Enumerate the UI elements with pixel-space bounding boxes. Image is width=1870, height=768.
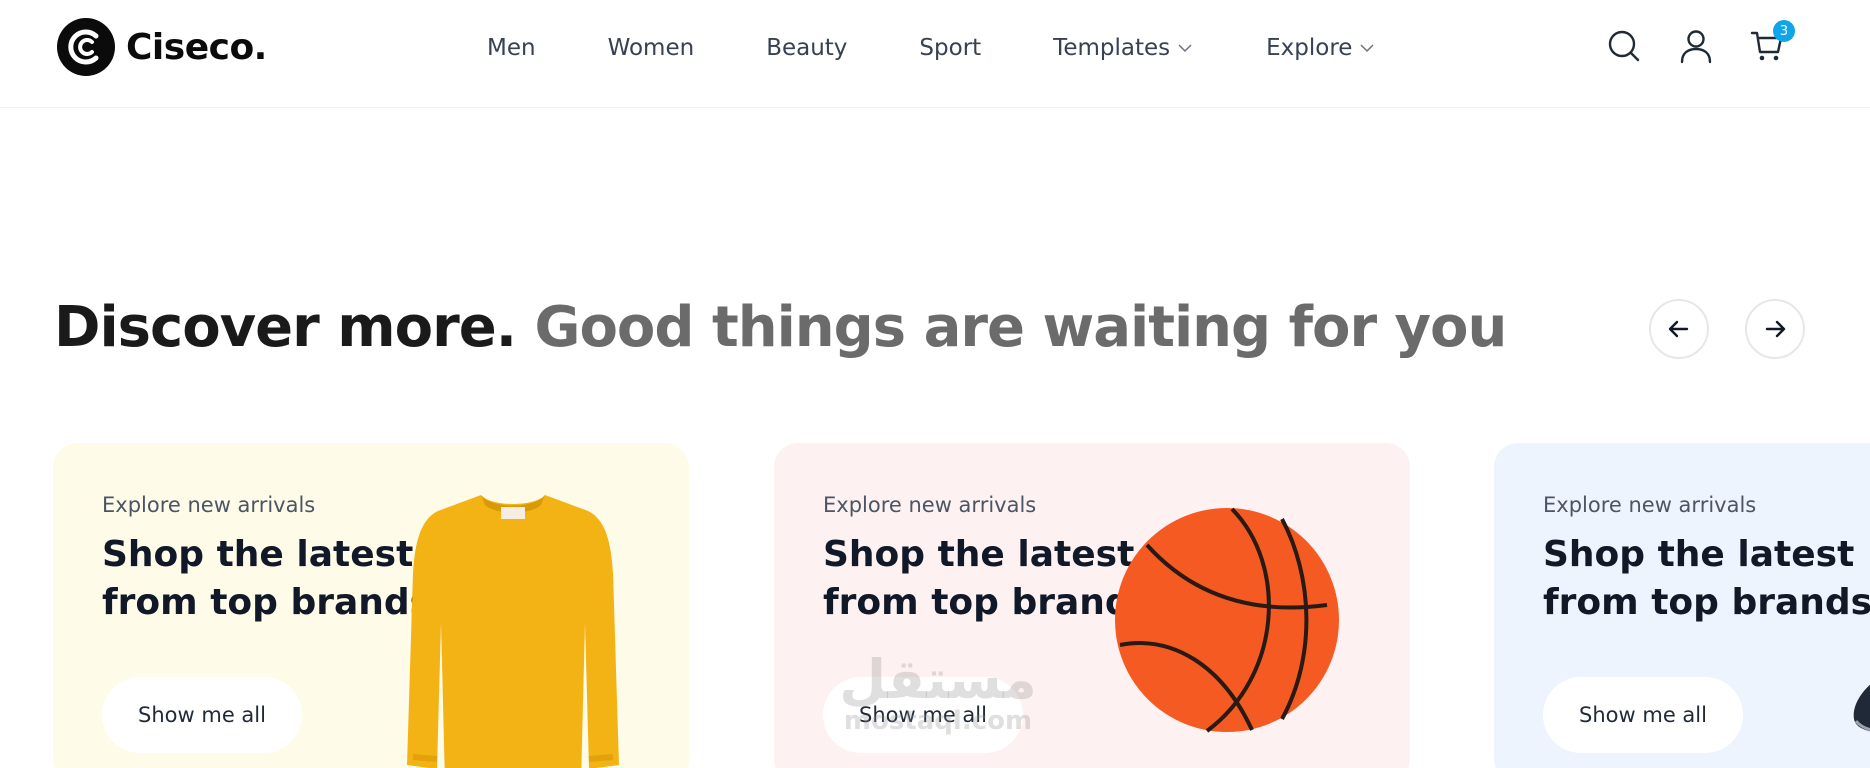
- watermark-latin: mostaql.com: [843, 706, 1033, 736]
- brand-logo[interactable]: Ciseco.: [56, 17, 267, 77]
- section-title-strong: Discover more.: [54, 295, 517, 360]
- arrow-right-icon: [1765, 320, 1786, 338]
- nav-item-women[interactable]: Women: [608, 35, 695, 61]
- show-all-button[interactable]: Show me all: [102, 677, 302, 753]
- card-title: Shop the latest from top brands: [1543, 531, 1870, 627]
- search-button[interactable]: [1606, 28, 1642, 64]
- nav-item-templates[interactable]: Templates: [1053, 35, 1194, 61]
- section-title-muted: Good things are waiting for you: [534, 295, 1507, 360]
- chevron-down-icon: [1178, 44, 1192, 53]
- chevron-down-icon: [1360, 44, 1374, 53]
- card-eyebrow: Explore new arrivals: [823, 493, 1037, 517]
- card-title: Shop the latest from top brands: [823, 531, 1152, 627]
- ciseco-logo-icon: [57, 18, 115, 76]
- section-title: Discover more. Good things are waiting f…: [54, 295, 1507, 360]
- card-title-line: Shop the latest: [102, 534, 414, 575]
- promo-card[interactable]: Explore new arrivals Shop the latest fro…: [1494, 443, 1870, 768]
- main-nav: Men Women Beauty Sport Templates Explore: [487, 28, 1376, 68]
- arrow-left-icon: [1668, 320, 1689, 338]
- promo-card[interactable]: Explore new arrivals Shop the latest fro…: [53, 443, 689, 768]
- nav-label: Explore: [1266, 35, 1353, 61]
- card-title-line: from top brands: [102, 582, 432, 623]
- carousel-next-button[interactable]: [1745, 299, 1805, 359]
- search-icon: [1608, 30, 1640, 62]
- site-header: Ciseco. Men Women Beauty Sport Templates…: [0, 0, 1870, 108]
- card-eyebrow: Explore new arrivals: [102, 493, 316, 517]
- cart-count-badge: 3: [1773, 20, 1795, 42]
- nav-label: Women: [607, 35, 695, 61]
- card-title-line: from top brands: [1543, 582, 1870, 623]
- account-button[interactable]: [1678, 28, 1714, 64]
- nav-item-men[interactable]: Men: [487, 35, 536, 61]
- card-title-line: from top brands: [823, 582, 1153, 623]
- nav-item-beauty[interactable]: Beauty: [766, 35, 847, 61]
- nav-item-sport[interactable]: Sport: [919, 35, 981, 61]
- nav-label: Sport: [919, 35, 982, 61]
- nav-label: Men: [487, 35, 536, 61]
- carousel-prev-button[interactable]: [1649, 299, 1709, 359]
- card-title-line: Shop the latest: [823, 534, 1135, 575]
- watermark: مستقل mostaql.com: [828, 648, 1048, 736]
- shoe-image: [1853, 684, 1870, 732]
- user-icon: [1680, 30, 1712, 64]
- sweater-image: [407, 495, 619, 768]
- card-title-line: Shop the latest: [1543, 534, 1855, 575]
- nav-label: Templates: [1053, 35, 1171, 61]
- nav-item-explore[interactable]: Explore: [1266, 35, 1376, 61]
- nav-label: Beauty: [766, 35, 848, 61]
- brand-name: Ciseco.: [126, 26, 267, 68]
- show-all-button[interactable]: Show me all: [1543, 677, 1743, 753]
- watermark-arabic: مستقل: [839, 648, 1037, 711]
- basketball-image: [1115, 507, 1339, 733]
- card-title: Shop the latest from top brands: [102, 531, 431, 627]
- card-eyebrow: Explore new arrivals: [1543, 493, 1757, 517]
